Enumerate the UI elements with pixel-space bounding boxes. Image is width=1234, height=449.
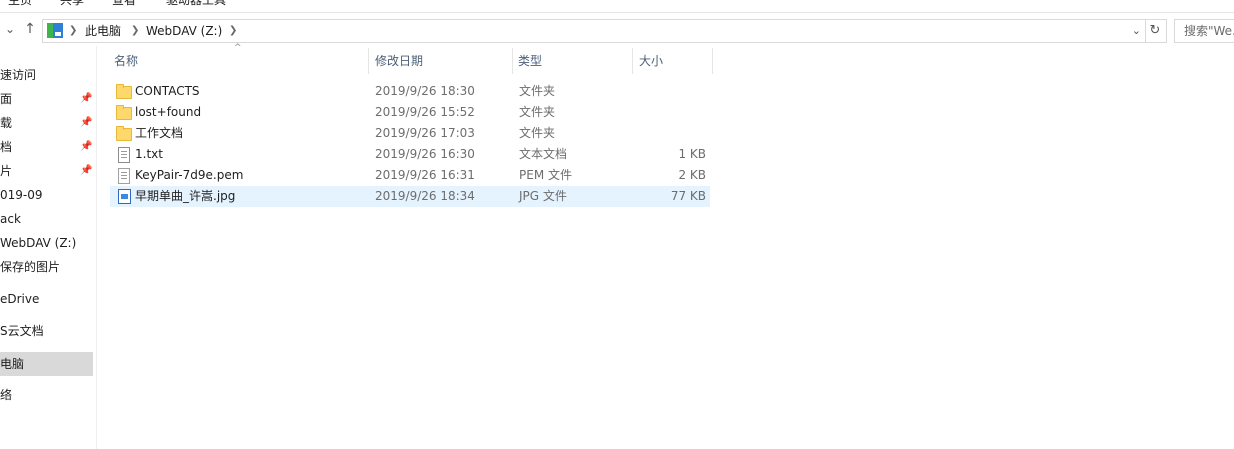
file-name: 1.txt — [135, 147, 163, 161]
file-name: 早期单曲_许嵩.jpg — [135, 189, 236, 203]
breadcrumb-separator-icon: ❯ — [131, 25, 140, 36]
nav-item-downloads[interactable]: 载 📌 — [0, 112, 93, 134]
table-row[interactable]: CONTACTS 2019/9/26 18:30 文件夹 — [110, 81, 710, 102]
pin-icon: 📌 — [80, 165, 93, 176]
nav-item-label: WebDAV (Z:) — [0, 236, 77, 250]
file-icon — [118, 168, 130, 184]
breadcrumb-separator-icon[interactable]: ❯ — [229, 22, 237, 40]
nav-item-network[interactable]: 络 — [0, 384, 93, 406]
nav-item-label: S云文档 — [0, 324, 44, 338]
nav-item-label: 电脑 — [0, 357, 25, 371]
nav-item-pictures[interactable]: 片 📌 — [0, 160, 93, 182]
nav-item-label: 片 — [0, 164, 13, 178]
column-divider[interactable] — [632, 48, 633, 74]
file-type: JPG 文件 — [519, 189, 567, 203]
breadcrumb-webdav[interactable]: WebDAV (Z:) — [146, 22, 222, 40]
network-drive-icon — [47, 23, 63, 38]
search-placeholder: 搜索"We... — [1184, 24, 1234, 38]
file-date: 2019/9/26 16:31 — [375, 168, 475, 182]
file-type: 文本文档 — [519, 147, 568, 161]
nav-item-quick-access[interactable]: 速访问 — [0, 64, 93, 86]
nav-item-label: eDrive — [0, 292, 40, 306]
ribbon-tab-drive-tools[interactable]: 驱动器工具 — [166, 0, 226, 8]
nav-item-this-pc[interactable]: 电脑 — [0, 352, 93, 376]
column-divider[interactable] — [368, 48, 369, 74]
nav-item-label: 载 — [0, 116, 13, 130]
nav-item-label: 019-09 — [0, 188, 43, 202]
file-name: 工作文档 — [135, 126, 184, 140]
folder-icon — [116, 84, 132, 99]
nav-item-label: ack — [0, 212, 21, 226]
nav-item-back[interactable]: ack — [0, 208, 93, 230]
pin-icon: 📌 — [80, 141, 93, 152]
column-header-type[interactable]: 类型 — [518, 46, 542, 76]
refresh-button[interactable]: ↻ — [1144, 19, 1167, 43]
ribbon-tab-view[interactable]: 查看 — [112, 0, 136, 8]
column-header-date[interactable]: 修改日期 — [375, 46, 423, 76]
table-row[interactable]: 1.txt 2019/9/26 16:30 文本文档 1 KB — [110, 144, 710, 165]
nav-item-2019-09[interactable]: 019-09 — [0, 184, 93, 206]
nav-item-onedrive[interactable]: eDrive — [0, 288, 93, 310]
nav-item-label: 面 — [0, 92, 13, 106]
nav-item-webdav[interactable]: WebDAV (Z:) — [0, 232, 93, 254]
nav-item-label: 保存的图片 — [0, 260, 61, 274]
sort-ascending-caret-icon: ^ — [234, 43, 242, 53]
file-size: 2 KB — [678, 168, 706, 182]
file-type: 文件夹 — [519, 126, 556, 140]
file-name: KeyPair-7d9e.pem — [135, 168, 244, 182]
recent-locations-chevron-icon[interactable]: ⌄ — [1, 20, 19, 38]
table-row[interactable]: 工作文档 2019/9/26 17:03 文件夹 — [110, 123, 710, 144]
address-dropdown-chevron-icon[interactable]: ⌄ — [1132, 22, 1141, 40]
file-name: CONTACTS — [135, 84, 200, 98]
column-header-size[interactable]: 大小 — [639, 46, 663, 76]
table-row[interactable]: 早期单曲_许嵩.jpg 2019/9/26 18:34 JPG 文件 77 KB — [110, 186, 710, 207]
text-file-icon — [118, 147, 130, 163]
image-file-icon — [118, 189, 131, 204]
ribbon-tab-strip: 主页 共享 查看 驱动器工具 — [0, 0, 1234, 13]
pin-icon: 📌 — [80, 93, 93, 104]
pin-icon: 📌 — [80, 117, 93, 128]
ribbon-tab-home[interactable]: 主页 — [8, 0, 32, 8]
breadcrumb-this-pc[interactable]: 此电脑 — [85, 22, 121, 40]
breadcrumb-separator-icon: ❯ — [69, 25, 78, 36]
nav-item-wps-cloud[interactable]: S云文档 — [0, 320, 93, 342]
file-date: 2019/9/26 18:34 — [375, 189, 475, 203]
file-type: PEM 文件 — [519, 168, 572, 182]
column-header-name[interactable]: 名称 — [114, 46, 138, 76]
nav-item-label: 档 — [0, 140, 13, 154]
folder-icon — [116, 126, 132, 141]
nav-item-desktop[interactable]: 面 📌 — [0, 88, 93, 110]
column-divider[interactable] — [512, 48, 513, 74]
file-date: 2019/9/26 17:03 — [375, 126, 475, 140]
file-date: 2019/9/26 18:30 — [375, 84, 475, 98]
nav-item-label: 速访问 — [0, 68, 37, 82]
file-date: 2019/9/26 15:52 — [375, 105, 475, 119]
navigation-pane: 速访问 面 📌 载 📌 档 📌 片 📌 019-09 ack WebDAV (Z:) 保… — [0, 46, 97, 449]
address-bar[interactable]: ❯ 此电脑 ❯ WebDAV (Z:) ❯ ⌄ — [42, 19, 1146, 43]
table-row[interactable]: lost+found 2019/9/26 15:52 文件夹 — [110, 102, 710, 123]
table-row[interactable]: KeyPair-7d9e.pem 2019/9/26 16:31 PEM 文件 … — [110, 165, 710, 186]
up-arrow-icon[interactable]: ↑ — [21, 20, 39, 38]
search-input[interactable]: 搜索"We... — [1174, 19, 1234, 43]
column-divider[interactable] — [712, 48, 713, 74]
file-type: 文件夹 — [519, 105, 556, 119]
file-date: 2019/9/26 16:30 — [375, 147, 475, 161]
file-size: 1 KB — [678, 147, 706, 161]
nav-item-documents[interactable]: 档 📌 — [0, 136, 93, 158]
file-type: 文件夹 — [519, 84, 556, 98]
nav-item-saved-pictures[interactable]: 保存的图片 — [0, 256, 93, 278]
file-name: lost+found — [135, 105, 202, 119]
file-size: 77 KB — [670, 189, 706, 203]
address-bar-row: ⌄ ↑ ❯ 此电脑 ❯ WebDAV (Z:) ❯ ⌄ ↻ 搜索"We... — [0, 14, 1234, 46]
ribbon-tab-share[interactable]: 共享 — [60, 0, 84, 8]
folder-icon — [116, 105, 132, 120]
nav-item-label: 络 — [0, 388, 13, 402]
